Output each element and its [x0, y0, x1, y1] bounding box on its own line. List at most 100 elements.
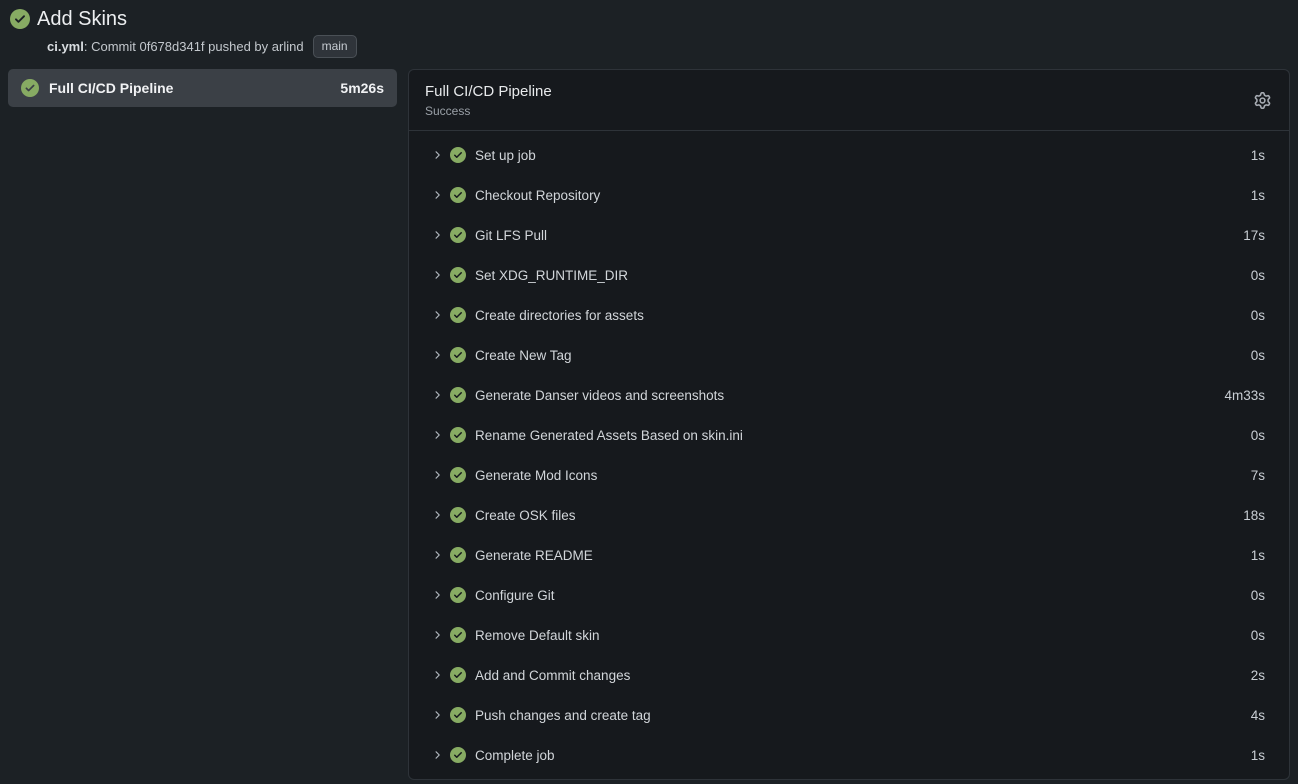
step-label: Complete job — [475, 748, 1251, 763]
step-row-5[interactable]: Create New Tag 0s — [409, 335, 1289, 375]
job-item-full-cicd-pipeline[interactable]: Full CI/CD Pipeline 5m26s — [8, 69, 397, 107]
chevron-right-icon[interactable] — [431, 669, 443, 681]
chevron-right-icon[interactable] — [431, 389, 443, 401]
run-header: Add Skins ci.yml: Commit 0f678d341f push… — [0, 0, 1298, 58]
page-title: Add Skins — [37, 7, 127, 31]
step-duration: 2s — [1251, 668, 1265, 683]
step-row-7[interactable]: Rename Generated Assets Based on skin.in… — [409, 415, 1289, 455]
step-duration: 1s — [1251, 188, 1265, 203]
step-row-15[interactable]: Complete job 1s — [409, 735, 1289, 775]
step-row-2[interactable]: Git LFS Pull 17s — [409, 215, 1289, 255]
chevron-right-icon[interactable] — [431, 349, 443, 361]
commit-sha-link[interactable]: 0f678d341f — [139, 38, 204, 56]
log-settings-button[interactable] — [1252, 90, 1273, 111]
step-label: Set up job — [475, 148, 1251, 163]
step-status-check-circle-icon — [450, 467, 466, 483]
step-duration: 4s — [1251, 708, 1265, 723]
step-status-check-circle-icon — [450, 507, 466, 523]
step-duration: 0s — [1251, 268, 1265, 283]
step-row-13[interactable]: Add and Commit changes 2s — [409, 655, 1289, 695]
panel-header: Full CI/CD Pipeline Success — [409, 70, 1289, 131]
step-status-check-circle-icon — [450, 547, 466, 563]
step-row-6[interactable]: Generate Danser videos and screenshots 4… — [409, 375, 1289, 415]
chevron-right-icon[interactable] — [431, 749, 443, 761]
step-label: Set XDG_RUNTIME_DIR — [475, 268, 1251, 283]
content-area: Full CI/CD Pipeline 5m26s Full CI/CD Pip… — [0, 69, 1298, 780]
run-subtitle: ci.yml: Commit 0f678d341f pushed by arli… — [47, 35, 1298, 58]
pushed-by-text: pushed by — [205, 38, 272, 56]
step-status-check-circle-icon — [450, 427, 466, 443]
chevron-right-icon[interactable] — [431, 269, 443, 281]
workflow-panel: Full CI/CD Pipeline Success — [408, 69, 1290, 780]
step-status-check-circle-icon — [450, 307, 466, 323]
run-status-check-circle-icon — [10, 9, 30, 29]
panel-header-text: Full CI/CD Pipeline Success — [425, 82, 552, 119]
step-duration: 7s — [1251, 468, 1265, 483]
step-label: Add and Commit changes — [475, 668, 1251, 683]
chevron-right-icon[interactable] — [431, 549, 443, 561]
chevron-right-icon[interactable] — [431, 629, 443, 641]
step-status-check-circle-icon — [450, 627, 466, 643]
step-label: Generate Danser videos and screenshots — [475, 388, 1224, 403]
step-duration: 1s — [1251, 548, 1265, 563]
commit-author-link[interactable]: arlind — [272, 38, 304, 56]
chevron-right-icon[interactable] — [431, 189, 443, 201]
step-row-12[interactable]: Remove Default skin 0s — [409, 615, 1289, 655]
step-status-check-circle-icon — [450, 707, 466, 723]
step-label: Push changes and create tag — [475, 708, 1251, 723]
step-status-check-circle-icon — [450, 587, 466, 603]
job-status-check-circle-icon — [21, 79, 39, 97]
step-label: Generate Mod Icons — [475, 468, 1251, 483]
step-duration: 1s — [1251, 748, 1265, 763]
gear-icon — [1254, 92, 1271, 109]
step-label: Rename Generated Assets Based on skin.in… — [475, 428, 1251, 443]
step-label: Create OSK files — [475, 508, 1243, 523]
step-duration: 0s — [1251, 348, 1265, 363]
step-row-0[interactable]: Set up job 1s — [409, 135, 1289, 175]
step-label: Create directories for assets — [475, 308, 1251, 323]
chevron-right-icon[interactable] — [431, 469, 443, 481]
step-duration: 0s — [1251, 628, 1265, 643]
job-name: Full CI/CD Pipeline — [49, 80, 330, 96]
step-status-check-circle-icon — [450, 747, 466, 763]
step-row-10[interactable]: Generate README 1s — [409, 535, 1289, 575]
chevron-right-icon[interactable] — [431, 229, 443, 241]
step-label: Remove Default skin — [475, 628, 1251, 643]
step-status-check-circle-icon — [450, 667, 466, 683]
step-duration: 0s — [1251, 428, 1265, 443]
step-label: Git LFS Pull — [475, 228, 1243, 243]
chevron-right-icon[interactable] — [431, 509, 443, 521]
step-duration: 17s — [1243, 228, 1265, 243]
step-label: Generate README — [475, 548, 1251, 563]
step-row-8[interactable]: Generate Mod Icons 7s — [409, 455, 1289, 495]
branch-badge[interactable]: main — [313, 35, 357, 58]
step-duration: 18s — [1243, 508, 1265, 523]
commit-prefix-text: : Commit — [84, 38, 140, 56]
step-label: Configure Git — [475, 588, 1251, 603]
step-duration: 1s — [1251, 148, 1265, 163]
workflow-file: ci.yml — [47, 38, 84, 56]
step-label: Create New Tag — [475, 348, 1251, 363]
jobs-sidebar: Full CI/CD Pipeline 5m26s — [8, 69, 397, 107]
step-status-check-circle-icon — [450, 267, 466, 283]
step-duration: 0s — [1251, 588, 1265, 603]
panel-status: Success — [425, 104, 552, 119]
job-duration: 5m26s — [340, 80, 384, 96]
step-row-14[interactable]: Push changes and create tag 4s — [409, 695, 1289, 735]
chevron-right-icon[interactable] — [431, 589, 443, 601]
step-row-1[interactable]: Checkout Repository 1s — [409, 175, 1289, 215]
chevron-right-icon[interactable] — [431, 709, 443, 721]
chevron-right-icon[interactable] — [431, 429, 443, 441]
step-status-check-circle-icon — [450, 147, 466, 163]
step-duration: 4m33s — [1224, 388, 1265, 403]
step-row-11[interactable]: Configure Git 0s — [409, 575, 1289, 615]
step-row-4[interactable]: Create directories for assets 0s — [409, 295, 1289, 335]
step-status-check-circle-icon — [450, 387, 466, 403]
step-row-9[interactable]: Create OSK files 18s — [409, 495, 1289, 535]
panel-title: Full CI/CD Pipeline — [425, 82, 552, 101]
step-row-3[interactable]: Set XDG_RUNTIME_DIR 0s — [409, 255, 1289, 295]
chevron-right-icon[interactable] — [431, 309, 443, 321]
chevron-right-icon[interactable] — [431, 149, 443, 161]
step-status-check-circle-icon — [450, 347, 466, 363]
step-status-check-circle-icon — [450, 187, 466, 203]
